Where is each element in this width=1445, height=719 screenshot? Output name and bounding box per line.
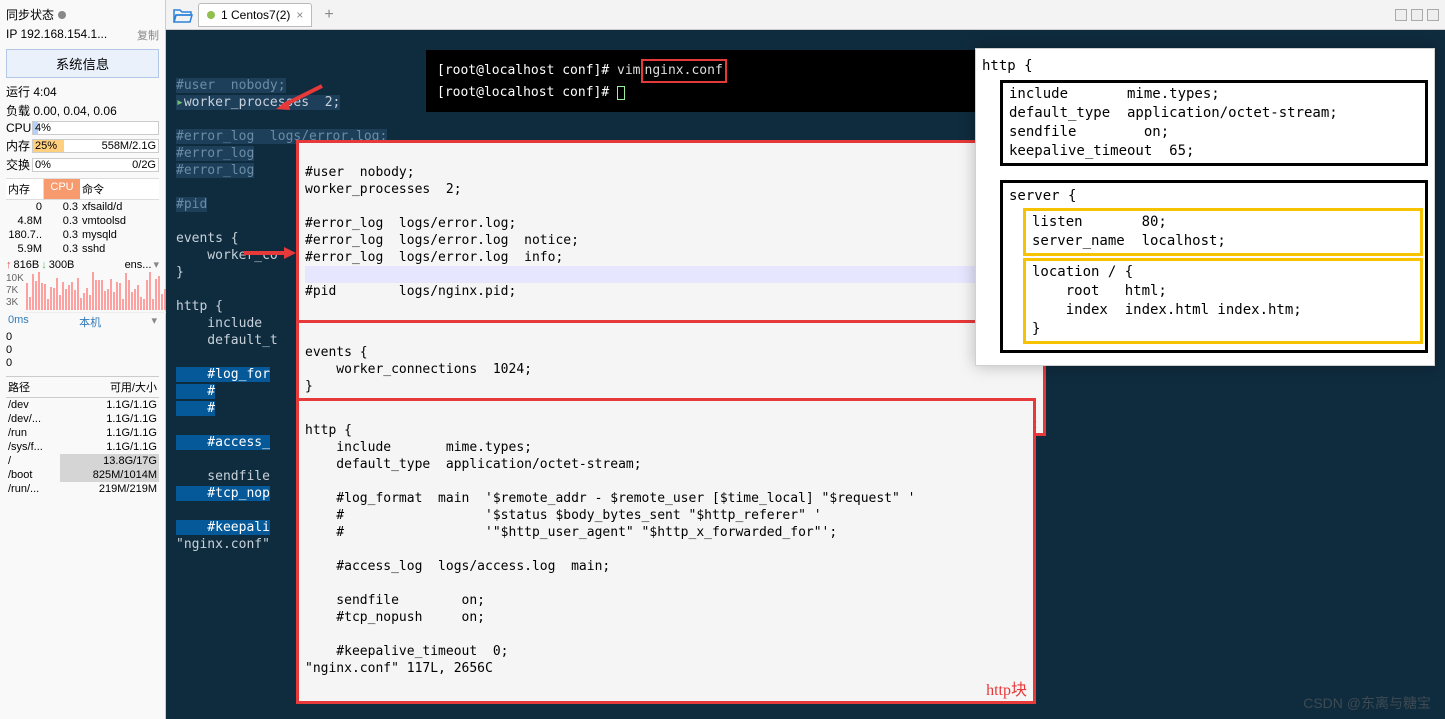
close-icon[interactable]: × — [296, 8, 303, 22]
table-row[interactable]: 00.3xfsaild/d — [6, 200, 159, 214]
table-row[interactable]: 4.8M0.3vmtoolsd — [6, 214, 159, 228]
new-tab-button[interactable]: + — [316, 6, 341, 24]
tab-status-dot — [207, 11, 215, 19]
location-box: location / { root html; index index.html… — [1023, 258, 1423, 344]
http-block-text: http { include mime.types; default_type … — [305, 423, 915, 676]
layout-buttons — [1395, 9, 1439, 21]
mem-title: 内存 — [6, 137, 32, 154]
mem-detail: 558M/2.1G — [102, 140, 158, 152]
server-open-brace: server { — [1003, 187, 1423, 206]
http-structure-panel: http { include mime.types; default_type … — [975, 48, 1435, 366]
table-row[interactable]: 180.7..0.3mysqld — [6, 228, 159, 242]
global-block-text: #user nobody; worker_processes 2; #error… — [305, 165, 579, 265]
disk-list: /dev1.1G/1.1G/dev/...1.1G/1.1G/run1.1G/1… — [6, 398, 159, 496]
layout-split-icon[interactable] — [1411, 9, 1423, 21]
chevron-down-icon[interactable]: ▾ — [151, 314, 157, 330]
terminal-line-2: [root@localhost conf]# — [437, 83, 975, 103]
http-directives-box: include mime.types; default_type applica… — [1000, 80, 1428, 166]
table-row[interactable]: 5.9M0.3sshd — [6, 242, 159, 256]
latency-zeros: 0 0 0 — [6, 331, 159, 370]
cpu-percent: 4% — [33, 122, 51, 134]
chevron-down-icon[interactable]: ▾ — [153, 258, 159, 271]
latency-label: 0ms — [8, 314, 29, 330]
chart-yticks: 10K 7K 3K — [6, 273, 24, 313]
terminal-cursor — [617, 86, 625, 100]
listen-box: listen 80; server_name localhost; — [1023, 208, 1423, 256]
ip-address: IP 192.168.154.1... — [6, 27, 107, 43]
mem-row: 内存 25% 558M/2.1G — [6, 136, 159, 155]
watermark: CSDN @东离与糖宝 — [1303, 693, 1431, 713]
global-pid-line: #pid logs/nginx.pid; — [305, 284, 516, 299]
cpu-title: CPU — [6, 121, 32, 135]
tab-bar: 1 Centos7(2) × + — [166, 0, 1445, 30]
col-path[interactable]: 路径 — [6, 377, 60, 397]
latency-row: 0ms 本机 ▾ — [6, 313, 159, 331]
swap-title: 交换 — [6, 156, 32, 173]
folder-open-icon[interactable] — [172, 4, 194, 26]
terminal-line-1: [root@localhost conf]# vim nginx.conf — [437, 59, 975, 83]
net-interface: ens... — [125, 259, 152, 271]
editor-terminal-area: #user nobody; ▸worker_processes 2; #erro… — [166, 30, 1445, 719]
http-block-box: http { include mime.types; default_type … — [296, 398, 1036, 704]
cpu-row: CPU 4% — [6, 120, 159, 136]
table-row[interactable]: /sys/f...1.1G/1.1G — [6, 440, 159, 454]
http-block-label: http块 — [986, 682, 1027, 699]
table-row[interactable]: /13.8G/17G — [6, 454, 159, 468]
events-block-text: events { worker_connections 1024; } — [305, 345, 532, 394]
system-monitor-sidebar: 同步状态 IP 192.168.154.1... 复制 系统信息 运行 4:04… — [0, 0, 166, 719]
swap-percent: 0% — [33, 159, 51, 171]
sync-status-label: 同步状态 — [6, 6, 54, 23]
table-row[interactable]: /dev1.1G/1.1G — [6, 398, 159, 412]
process-list: 00.3xfsaild/d4.8M0.3vmtoolsd180.7..0.3my… — [6, 200, 159, 256]
host-label[interactable]: 本机 — [79, 314, 101, 330]
tab-centos7[interactable]: 1 Centos7(2) × — [198, 3, 312, 27]
sync-status-row: 同步状态 — [6, 4, 159, 25]
red-arrow-2 — [242, 243, 298, 265]
uptime-label: 运行 4:04 — [6, 82, 159, 101]
server-block-box: server { listen 80; server_name localhos… — [1000, 180, 1428, 353]
red-arrow-1 — [274, 84, 324, 114]
table-row[interactable]: /run/...219M/219M — [6, 482, 159, 496]
mem-percent: 25% — [33, 140, 57, 152]
sync-status-dot — [58, 11, 66, 19]
layout-single-icon[interactable] — [1427, 9, 1439, 21]
ip-row: IP 192.168.154.1... 复制 — [6, 25, 159, 45]
download-value: 300B — [49, 259, 75, 271]
col-avail[interactable]: 可用/大小 — [60, 377, 159, 397]
download-icon: ↓ — [41, 259, 47, 271]
highlighted-filename: nginx.conf — [641, 59, 727, 83]
col-cmd[interactable]: 命令 — [80, 179, 159, 199]
col-mem[interactable]: 内存 — [6, 179, 44, 199]
disk-header: 路径 可用/大小 — [6, 376, 159, 398]
swap-row: 交换 0% 0/2G — [6, 155, 159, 174]
http-open-brace: http { — [982, 57, 1428, 76]
tab-label: 1 Centos7(2) — [221, 8, 290, 22]
swap-detail: 0/2G — [132, 159, 158, 171]
table-row[interactable]: /boot825M/1014M — [6, 468, 159, 482]
col-cpu[interactable]: CPU — [44, 179, 80, 199]
upload-icon: ↑ — [6, 259, 12, 271]
process-table-header: 内存 CPU 命令 — [6, 178, 159, 200]
terminal-output[interactable]: [root@localhost conf]# vim nginx.conf [r… — [426, 50, 986, 112]
network-chart — [24, 273, 177, 313]
global-block-box: #user nobody; worker_processes 2; #error… — [296, 140, 1046, 341]
system-info-button[interactable]: 系统信息 — [6, 49, 159, 78]
copy-button[interactable]: 复制 — [137, 27, 159, 43]
table-row[interactable]: /run1.1G/1.1G — [6, 426, 159, 440]
upload-value: 816B — [14, 259, 40, 271]
network-row: ↑816B ↓300B ens... ▾ — [6, 256, 159, 273]
table-row[interactable]: /dev/...1.1G/1.1G — [6, 412, 159, 426]
load-label: 负载 0.00, 0.04, 0.06 — [6, 101, 159, 120]
layout-grid-icon[interactable] — [1395, 9, 1407, 21]
